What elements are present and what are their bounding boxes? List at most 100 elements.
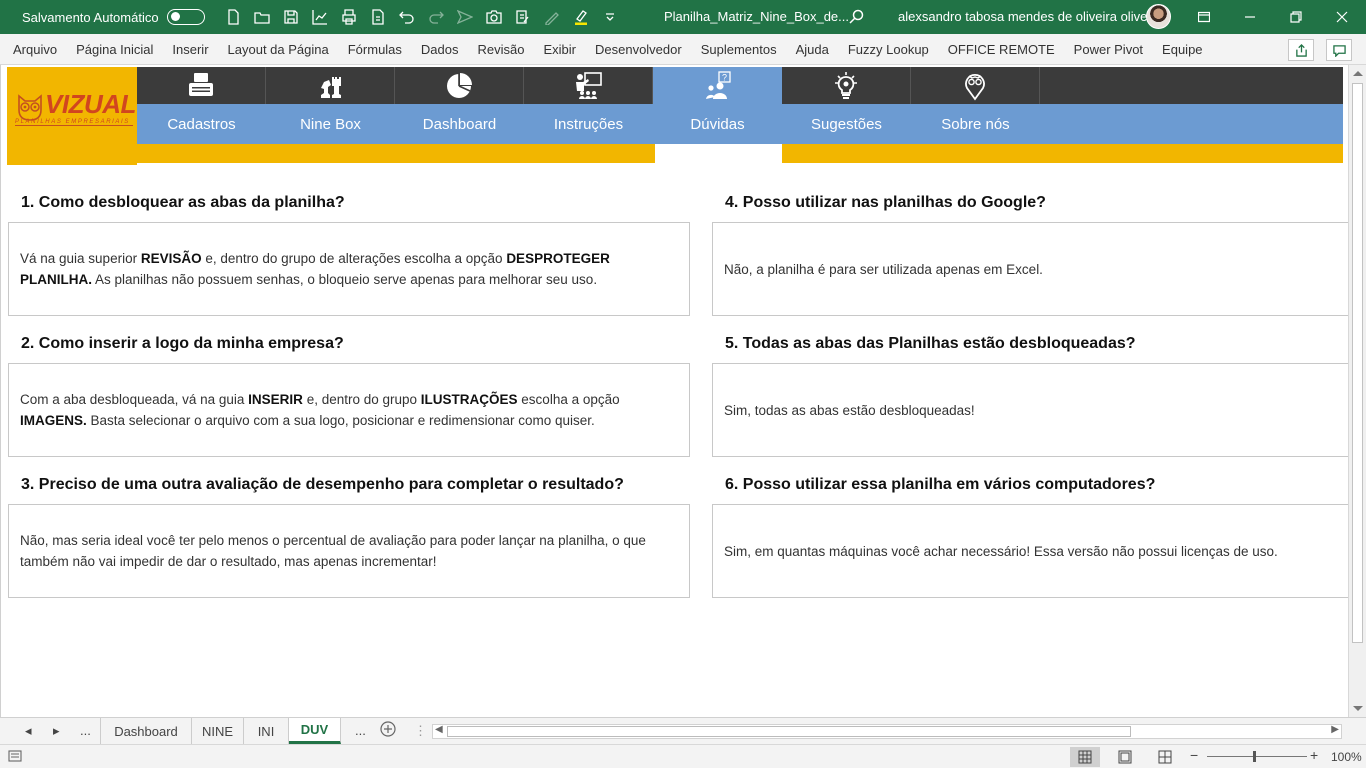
faq-answer-text: Não, a planilha é para ser utilizada ape… [724, 261, 1043, 277]
add-sheet-icon[interactable] [380, 721, 396, 740]
menu-pagina-inicial[interactable]: Página Inicial [67, 42, 163, 57]
ribbon-display-icon[interactable] [1181, 0, 1227, 34]
redo-icon[interactable] [422, 5, 451, 29]
new-file-icon[interactable] [219, 5, 248, 29]
faq-answer-3: Não, mas seria ideal você ter pelo menos… [8, 504, 690, 598]
worksheet[interactable]: VIZUAL PLANILHAS EMPRESARIAIS Cadastros … [0, 65, 1348, 717]
sheet-tab-dashboard[interactable]: Dashboard [100, 718, 192, 744]
customize-qat-icon[interactable] [596, 5, 625, 29]
scroll-up-icon[interactable] [1353, 71, 1363, 76]
sheet-tab-duv[interactable]: DUV [289, 718, 341, 744]
more-sheets-left[interactable]: ... [80, 723, 91, 738]
restore-icon[interactable] [1273, 0, 1319, 34]
zoom-out-icon[interactable]: − [1190, 747, 1198, 763]
menu-ajuda[interactable]: Ajuda [786, 42, 838, 57]
zoom-slider-thumb[interactable] [1253, 751, 1256, 762]
share-button[interactable] [1288, 39, 1314, 61]
undo-icon[interactable] [393, 5, 422, 29]
open-folder-icon[interactable] [248, 5, 277, 29]
svg-text:?: ? [722, 72, 727, 82]
faq-answer-text: IMAGENS. [20, 413, 87, 428]
scroll-left-icon[interactable]: ◀ [435, 724, 443, 735]
pie-chart-icon [447, 72, 472, 98]
scroll-right-icon[interactable]: ▶ [1331, 724, 1339, 735]
zoom-in-icon[interactable]: + [1310, 747, 1318, 763]
menu-suplementos[interactable]: Suplementos [691, 42, 786, 57]
faq-answer-text: escolha a opção [517, 392, 620, 407]
quick-access-toolbar [219, 5, 625, 29]
menu-revisao[interactable]: Revisão [468, 42, 534, 57]
page-break-view-icon[interactable] [1150, 747, 1180, 767]
faq-answer-text: Vá na guia superior [20, 251, 141, 266]
user-name[interactable]: alexsandro tabosa mendes de oliveira oli… [898, 9, 1162, 24]
menu-inserir[interactable]: Inserir [163, 42, 218, 57]
macro-record-icon[interactable] [8, 749, 22, 766]
faq-answer-6: Sim, em quantas máquinas você achar nece… [712, 504, 1348, 598]
faq-answer-5: Sim, todas as abas estão desbloqueadas! [712, 363, 1348, 457]
nav-item-nine-box[interactable]: Nine Box [266, 67, 395, 144]
menu-office-remote[interactable]: OFFICE REMOTE [938, 42, 1064, 57]
chart-icon[interactable] [306, 5, 335, 29]
logo-divider [15, 125, 133, 126]
faq-answer-text: REVISÃO [140, 251, 202, 266]
nav-item-dashboard[interactable]: Dashboard [395, 67, 524, 144]
normal-view-icon[interactable] [1070, 747, 1100, 767]
nav-label: Nine Box [300, 115, 361, 133]
vertical-scrollbar[interactable] [1348, 65, 1366, 717]
nav-item-cadastros[interactable]: Cadastros [137, 67, 266, 144]
draw-icon[interactable] [538, 5, 567, 29]
sheet-tab-nine[interactable]: NINE [192, 718, 244, 744]
print-icon[interactable] [335, 5, 364, 29]
document-title: Planilha_Matriz_Nine_Box_de... [664, 9, 849, 24]
pdf-icon[interactable] [364, 5, 393, 29]
menu-exibir[interactable]: Exibir [534, 42, 586, 57]
next-sheet-icon[interactable]: ▸ [53, 723, 60, 739]
nav-item-instrucoes[interactable]: Instruções [524, 67, 653, 144]
autosave-toggle[interactable] [166, 9, 205, 25]
faq-question-1: 1. Como desbloquear as abas da planilha? [21, 194, 345, 211]
sheet-tab-ini[interactable]: INI [244, 718, 289, 744]
prev-sheet-icon[interactable]: ◂ [25, 723, 32, 739]
menu-desenvolvedor[interactable]: Desenvolvedor [585, 42, 691, 57]
splitter-handle-icon[interactable]: ⋮ [414, 723, 427, 739]
faq-answer-text: Sim, em quantas máquinas você achar nece… [724, 543, 1278, 559]
scroll-down-icon[interactable] [1353, 706, 1363, 711]
lightbulb-icon [835, 71, 857, 99]
highlight-icon[interactable] [567, 5, 596, 29]
autosave-control[interactable]: Salvamento Automático [22, 9, 205, 25]
save-icon[interactable] [277, 5, 306, 29]
typewriter-icon [189, 72, 213, 96]
horizontal-scrollbar[interactable]: ◀ ▶ [432, 724, 1342, 739]
menu-layout[interactable]: Layout da Página [218, 42, 338, 57]
logo-subtitle: PLANILHAS EMPRESARIAIS [15, 119, 130, 125]
more-sheets-right[interactable]: ... [355, 723, 366, 738]
chess-icon [321, 76, 341, 98]
minimize-icon[interactable] [1227, 0, 1273, 34]
send-icon[interactable] [451, 5, 480, 29]
hscroll-thumb[interactable] [447, 726, 1131, 737]
form-icon[interactable] [509, 5, 538, 29]
zoom-slider[interactable] [1207, 756, 1307, 757]
comments-button[interactable] [1326, 39, 1352, 61]
faq-answer-2: Com a aba desbloqueada, vá na guia INSER… [8, 363, 690, 457]
menu-formulas[interactable]: Fórmulas [338, 42, 411, 57]
nav-item-sobre-nos[interactable]: Sobre nós [911, 67, 1040, 144]
nav-item-duvidas[interactable]: ? Dúvidas [653, 67, 782, 144]
nav-item-sugestoes[interactable]: Sugestões [782, 67, 911, 144]
menu-fuzzy-lookup[interactable]: Fuzzy Lookup [838, 42, 938, 57]
zoom-level[interactable]: 100% [1331, 750, 1362, 764]
nav-label: Dúvidas [690, 115, 745, 133]
avatar[interactable] [1146, 4, 1171, 29]
page-layout-view-icon[interactable] [1110, 747, 1140, 767]
search-icon[interactable] [848, 9, 864, 28]
menu-arquivo[interactable]: Arquivo [0, 42, 67, 57]
close-icon[interactable] [1319, 0, 1365, 34]
faq-question-3: 3. Preciso de uma outra avaliação de des… [21, 476, 624, 493]
menu-dados[interactable]: Dados [411, 42, 468, 57]
owl-logo-icon [18, 94, 42, 121]
camera-icon[interactable] [480, 5, 509, 29]
scroll-thumb[interactable] [1352, 83, 1363, 643]
faq-answer-text: ILUSTRAÇÕES [420, 392, 518, 407]
menu-equipe[interactable]: Equipe [1153, 42, 1212, 57]
menu-power-pivot[interactable]: Power Pivot [1064, 42, 1152, 57]
